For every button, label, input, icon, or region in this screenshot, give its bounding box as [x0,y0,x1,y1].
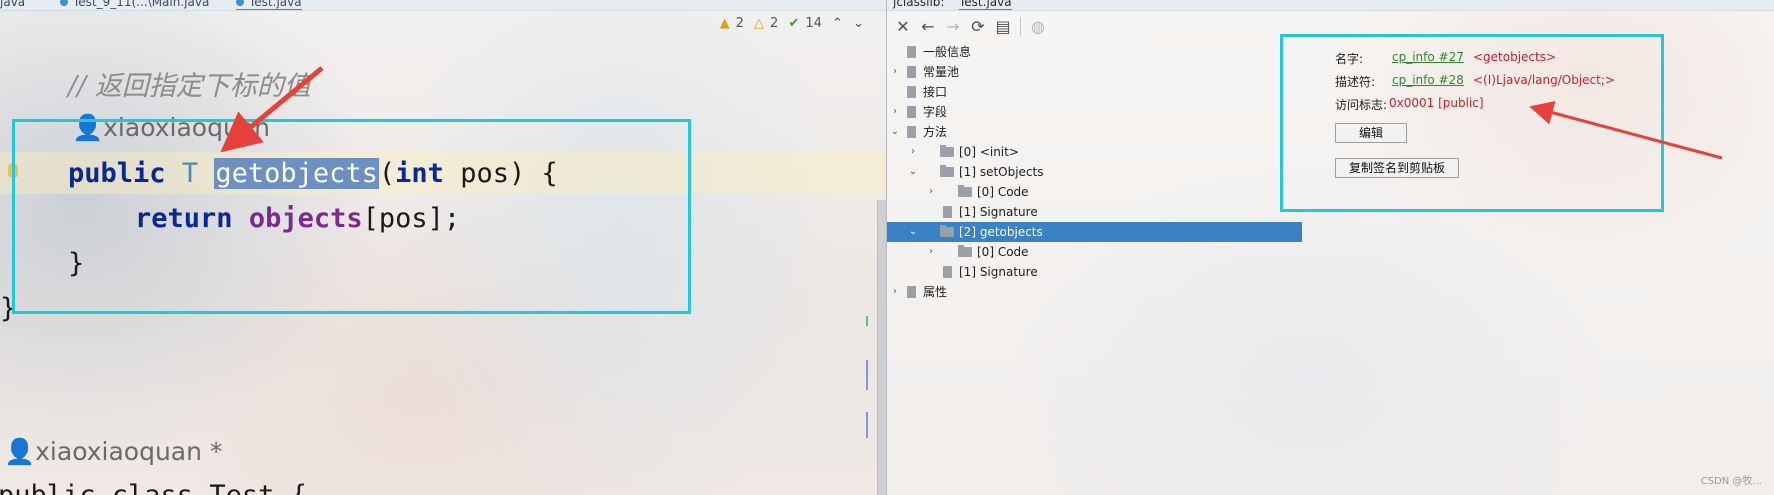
chevron-down-icon[interactable]: ⌄ [907,222,919,242]
tab-jclasslib[interactable]: jclasslib: [893,0,944,9]
tree-node[interactable]: › 属性 [887,282,1302,302]
chevron-down-icon[interactable]: ⌄ [889,122,901,142]
folder-icon [940,225,954,237]
folder-icon [940,145,954,157]
java-file-icon [60,0,68,6]
web-icon[interactable]: ◍ [1027,16,1049,38]
chevron-right-icon[interactable]: › [925,182,937,202]
document-icon [907,66,916,78]
tree-node-label: [1] setObjects [959,165,1044,179]
code-editor[interactable]: java Test_9_11(...\Main.java Test.java ▲… [0,0,886,495]
tab-jclasslib-test[interactable]: Test.java [959,0,1012,10]
forward-arrow-icon[interactable]: → [942,16,964,38]
tree-node[interactable]: › 字段 [887,102,1302,122]
tree-node[interactable]: [1] Signature [887,202,1302,222]
tree-node[interactable]: ⌄ [2] getobjects [887,222,1302,242]
tree-node-label: 属性 [923,285,948,299]
chevron-right-icon[interactable]: › [925,242,937,262]
tree-node-label: 字段 [923,105,948,119]
jclasslib-tab-bar: jclasslib: Test.java [887,0,1774,11]
watermark: CSDN @牧... [1700,476,1762,487]
tree-node[interactable]: › [0] Code [887,182,1302,202]
warning-icon: ▲ [719,16,730,31]
warning-count: 2 [735,16,744,31]
tree-node[interactable]: 一般信息 [887,42,1302,62]
folder-icon [958,185,972,197]
chevron-right-icon[interactable]: › [889,282,901,302]
tree-node-label: [0] <init> [959,145,1019,159]
chevron-down-icon[interactable]: ⌄ [907,162,919,182]
author-hint-class[interactable]: 👤xiaoxiaoquan * [4,437,222,467]
document-icon [907,86,916,98]
typo-count: 14 [805,16,822,31]
tree-node[interactable]: ⌄ [1] setObjects [887,162,1302,182]
editor-tab-bar: java Test_9_11(...\Main.java Test.java [0,0,886,11]
java-file-icon [236,0,244,6]
tree-node-label: 方法 [923,125,948,139]
tree-node-label: [1] Signature [959,205,1038,219]
annotation-box-editor [12,119,691,314]
tree-node[interactable]: 接口 [887,82,1302,102]
document-icon [907,106,916,118]
document-icon [907,286,916,298]
tab-java[interactable]: java [0,0,25,9]
save-icon[interactable]: ▤ [992,16,1014,38]
tree-node-label: 一般信息 [923,45,972,59]
tree-node[interactable]: [1] Signature [887,262,1302,282]
change-marker [866,412,868,438]
document-icon [907,46,916,58]
tree-node[interactable]: ⌄ 方法 [887,122,1302,142]
inspection-widget[interactable]: ▲ 2 △ 2 ✔ 14 ⌃ ⌄ [714,16,864,31]
document-icon [907,126,916,138]
weak-warning-count: 2 [770,16,779,31]
class-declaration-line[interactable]: public class Test { [0,480,307,495]
tree-node-label: [0] Code [977,185,1029,199]
next-highlight-icon[interactable]: ⌄ [853,16,864,31]
change-marker [866,360,868,390]
close-icon[interactable]: ✕ [892,16,914,38]
user-icon: 👤 [4,437,36,466]
change-marker [866,316,868,326]
document-icon [943,206,952,218]
folder-icon [940,165,954,177]
annotation-box-detail [1280,34,1664,212]
tree-node-label: 常量池 [923,65,960,79]
document-icon [943,266,952,278]
tree-node[interactable]: › [0] Code [887,242,1302,262]
tree-node-label: [1] Signature [959,265,1038,279]
chevron-right-icon[interactable]: › [889,102,901,122]
tree-node[interactable]: › 常量池 [887,62,1302,82]
check-icon: ✔ [788,16,800,31]
tree-node-label: [0] Code [977,245,1029,259]
tab-main-java[interactable]: Test_9_11(...\Main.java [60,0,209,9]
code-comment: // 返回指定下标的值 [68,71,311,102]
previous-highlight-icon[interactable]: ⌃ [832,16,843,31]
weak-warning-icon: △ [754,16,765,31]
chevron-right-icon[interactable]: › [889,62,901,82]
tree-node-label: [2] getobjects [959,225,1043,239]
editor-scrollbar[interactable] [877,200,886,495]
tree-node-label: 接口 [923,85,948,99]
tab-test-java[interactable]: Test.java [236,0,302,10]
toolbar-separator [1020,18,1021,36]
folder-icon [958,245,972,257]
chevron-right-icon[interactable]: › [907,142,919,162]
tree-node[interactable]: › [0] <init> [887,142,1302,162]
back-arrow-icon[interactable]: ← [917,16,939,38]
refresh-icon[interactable]: ⟳ [967,16,989,38]
